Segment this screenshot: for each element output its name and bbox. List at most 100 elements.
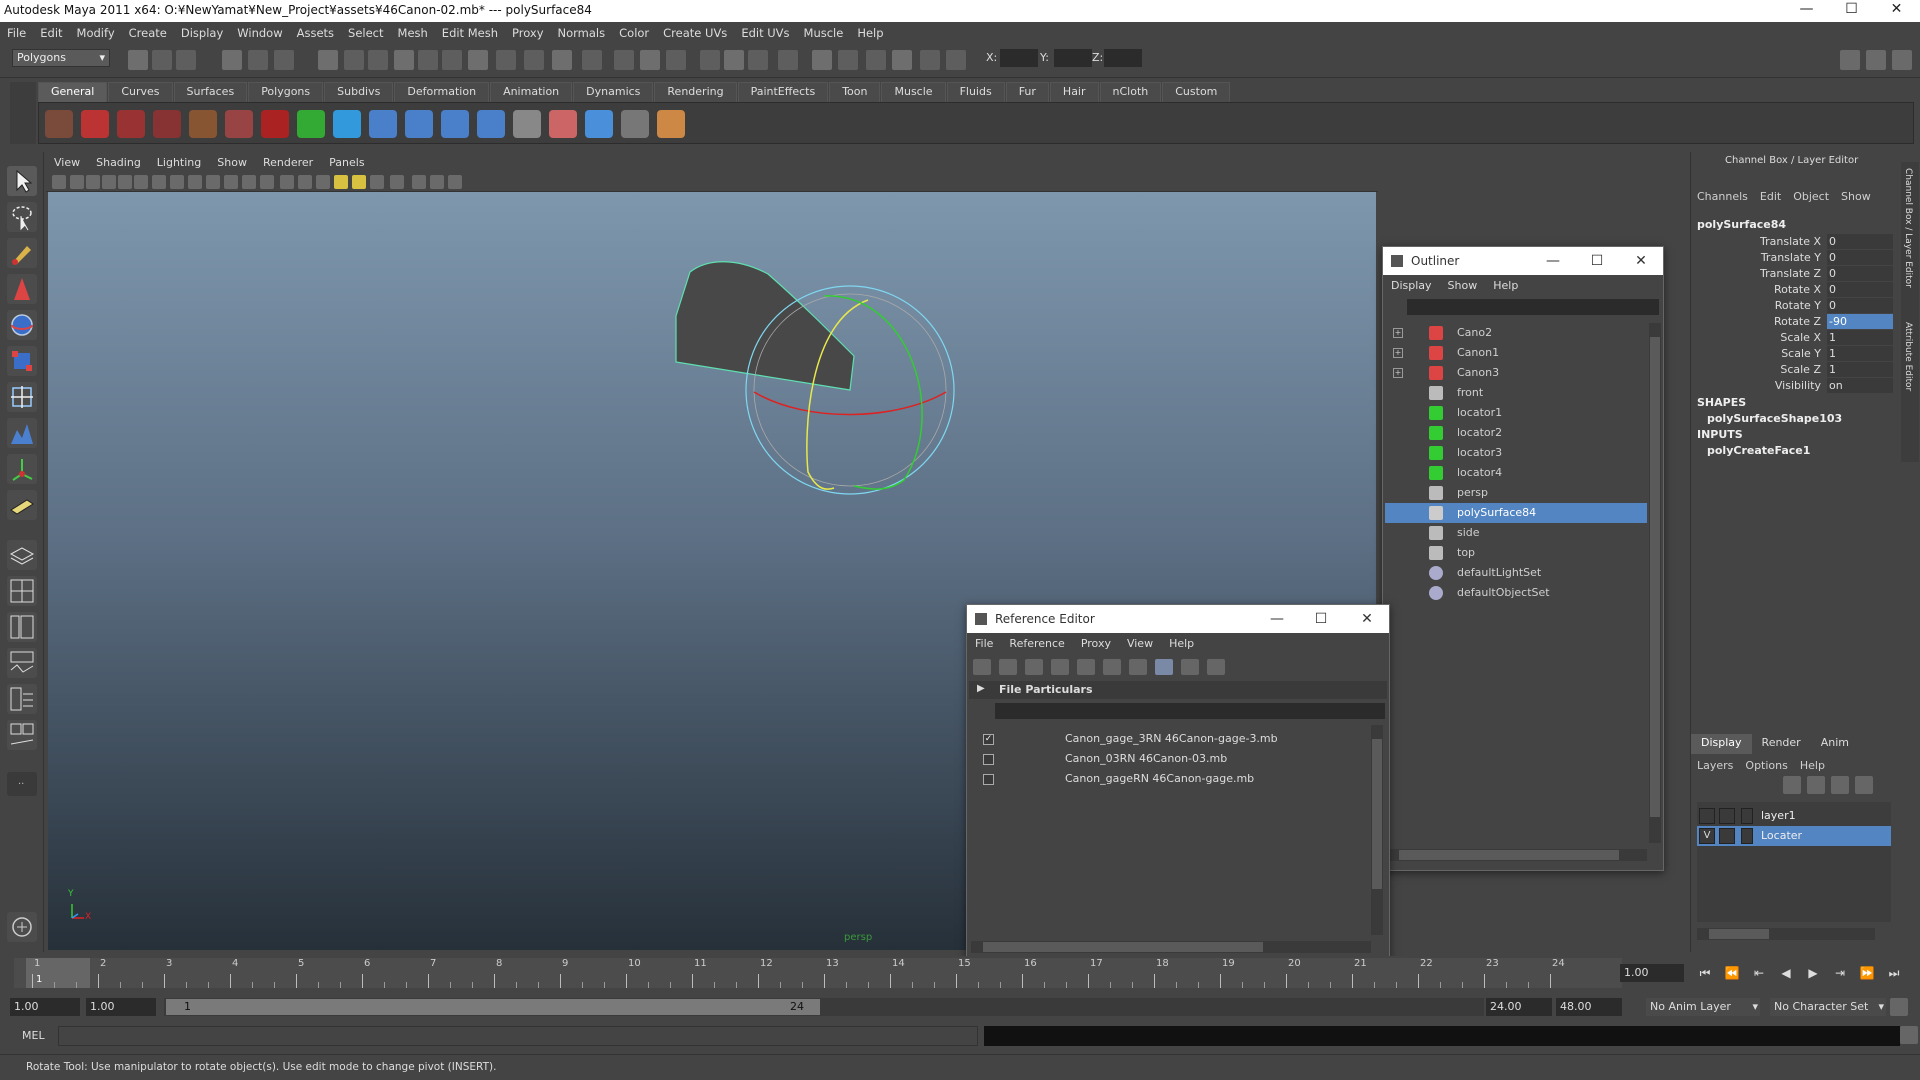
shelf-tab-animation[interactable]: Animation [490, 82, 573, 102]
scale-tool-icon[interactable] [7, 346, 37, 376]
layout-four-icon[interactable] [7, 576, 37, 606]
side-tab-attribute-editor[interactable]: Attribute Editor [1903, 322, 1913, 391]
rotate-tool-icon[interactable] [7, 310, 37, 340]
vp-menu-view[interactable]: View [46, 156, 88, 169]
menu-file[interactable]: File [0, 26, 33, 40]
y-field[interactable] [1054, 49, 1092, 67]
command-input[interactable] [58, 1026, 978, 1046]
file-particulars-header[interactable]: ▶ File Particulars [969, 681, 1387, 699]
attribute-editor-icon[interactable] [1866, 50, 1886, 70]
reference-row[interactable]: Canon_03RN 46Canon-03.mb [983, 749, 1383, 769]
use-default-light-icon[interactable] [334, 175, 348, 189]
layer-color-swatch[interactable] [1741, 828, 1753, 844]
menu-create-uvs[interactable]: Create UVs [656, 26, 734, 40]
channel-name[interactable]: Translate X [1760, 234, 1821, 250]
channel-row[interactable]: Scale Z 1 [1691, 362, 1893, 378]
shelf-spider-icon[interactable] [117, 110, 145, 138]
channel-name[interactable]: Scale X [1780, 330, 1821, 346]
high-quality-icon[interactable] [448, 175, 462, 189]
menu-help[interactable]: Help [850, 26, 890, 40]
reference-vscrollbar[interactable] [1371, 725, 1383, 935]
layer-tab-display[interactable]: Display [1691, 734, 1752, 754]
menu-muscle[interactable]: Muscle [797, 26, 851, 40]
go-to-start-icon[interactable]: ⏮ [1694, 964, 1716, 982]
shelf-tab-fur[interactable]: Fur [1005, 82, 1049, 102]
menu-normals[interactable]: Normals [551, 26, 613, 40]
outliner-item[interactable]: front [1385, 383, 1647, 403]
shelf-tab-general[interactable]: General [38, 82, 108, 102]
make-live-icon[interactable] [418, 50, 438, 70]
safe-action-icon[interactable] [242, 175, 256, 189]
new-layer-selected-icon[interactable] [1807, 776, 1825, 794]
rotate-manip-y-ring[interactable] [823, 295, 923, 490]
channel-row[interactable]: Rotate Z -90 [1691, 314, 1893, 330]
pick-walk-icon[interactable] [724, 50, 744, 70]
layout-single-icon[interactable] [7, 540, 37, 570]
channel-name[interactable]: Translate Y [1761, 250, 1821, 266]
ipr-render-icon[interactable] [778, 50, 798, 70]
shelf-gear-icon[interactable] [189, 110, 217, 138]
outliner-item[interactable]: persp [1385, 483, 1647, 503]
shelf-tab-subdivs[interactable]: Subdivs [324, 82, 394, 102]
cb-menu-object[interactable]: Object [1787, 190, 1835, 203]
channel-row[interactable]: Scale X 1 [1691, 330, 1893, 346]
outliner-item[interactable]: side [1385, 523, 1647, 543]
outliner-hscrollbar[interactable] [1387, 849, 1647, 861]
reference-checkbox[interactable] [983, 774, 994, 785]
menu-mesh[interactable]: Mesh [391, 26, 435, 40]
mode-selector[interactable]: Polygons ▾ [12, 49, 110, 67]
shelf-tab-painteffects[interactable]: PaintEffects [737, 82, 829, 102]
field-chart-icon[interactable] [224, 175, 238, 189]
layout-persp-graph-icon[interactable] [7, 720, 37, 750]
channel-value[interactable]: 1 [1827, 330, 1893, 345]
tool-settings-icon[interactable] [1892, 50, 1912, 70]
cb-menu-edit[interactable]: Edit [1754, 190, 1787, 203]
shelf-ik-icon[interactable] [441, 110, 469, 138]
xray-joints-icon[interactable] [430, 175, 444, 189]
move-tool-icon[interactable] [7, 274, 37, 304]
ref-menu-reference[interactable]: Reference [1001, 637, 1072, 650]
menu-window[interactable]: Window [230, 26, 289, 40]
universal-manip-icon[interactable] [7, 382, 37, 412]
lighting-icon[interactable] [946, 50, 966, 70]
step-back-key-icon[interactable]: ⏪ [1721, 964, 1743, 982]
menu-modify[interactable]: Modify [70, 26, 122, 40]
ref-menu-file[interactable]: File [967, 637, 1001, 650]
menu-select[interactable]: Select [341, 26, 390, 40]
lock-icon[interactable] [666, 50, 686, 70]
step-back-frame-icon[interactable]: ⇤ [1748, 964, 1770, 982]
start-time-field[interactable]: 1.00 [10, 998, 80, 1016]
unload-reference-icon[interactable] [999, 659, 1017, 675]
channel-value[interactable]: 0 [1827, 282, 1893, 297]
ref-menu-view[interactable]: View [1119, 637, 1161, 650]
paint-select-tool-icon[interactable] [7, 238, 37, 268]
menu-proxy[interactable]: Proxy [505, 26, 551, 40]
2d-pan-icon[interactable] [118, 175, 132, 189]
camera-attr-icon[interactable] [70, 175, 84, 189]
camera-attr-icon[interactable] [866, 50, 886, 70]
import-reference-icon[interactable] [1051, 659, 1069, 675]
layer-template-toggle[interactable] [1719, 828, 1735, 844]
ref-menu-proxy[interactable]: Proxy [1073, 637, 1119, 650]
outliner-filter-field[interactable] [1407, 299, 1659, 315]
playback-end-field[interactable]: 24.00 [1486, 998, 1552, 1016]
reference-checkbox[interactable]: ✓ [983, 734, 994, 745]
menu-color[interactable]: Color [612, 26, 656, 40]
channel-row[interactable]: Visibility on [1691, 378, 1893, 394]
layer-hscrollbar[interactable] [1697, 928, 1875, 940]
ref-close-button[interactable]: ✕ [1347, 605, 1387, 633]
layer-tab-anim[interactable]: Anim [1811, 734, 1859, 754]
layer-row[interactable]: layer1 [1697, 806, 1891, 826]
range-slider-handle[interactable]: 1 24 [166, 999, 820, 1015]
render-globals-icon[interactable] [812, 50, 832, 70]
outliner-close-button[interactable]: ✕ [1621, 247, 1661, 275]
layer-move-up-icon[interactable] [1831, 776, 1849, 794]
shelf-tab-deformation[interactable]: Deformation [394, 82, 490, 102]
shelf-paint-icon[interactable] [549, 110, 577, 138]
menu-create[interactable]: Create [122, 26, 174, 40]
reload-reference-icon[interactable] [1025, 659, 1043, 675]
channel-value[interactable]: 0 [1827, 298, 1893, 313]
gate-mask-icon[interactable] [206, 175, 220, 189]
outliner-item[interactable]: + Canon1 [1385, 343, 1647, 363]
rotate-manip-x-ring[interactable] [753, 391, 947, 416]
